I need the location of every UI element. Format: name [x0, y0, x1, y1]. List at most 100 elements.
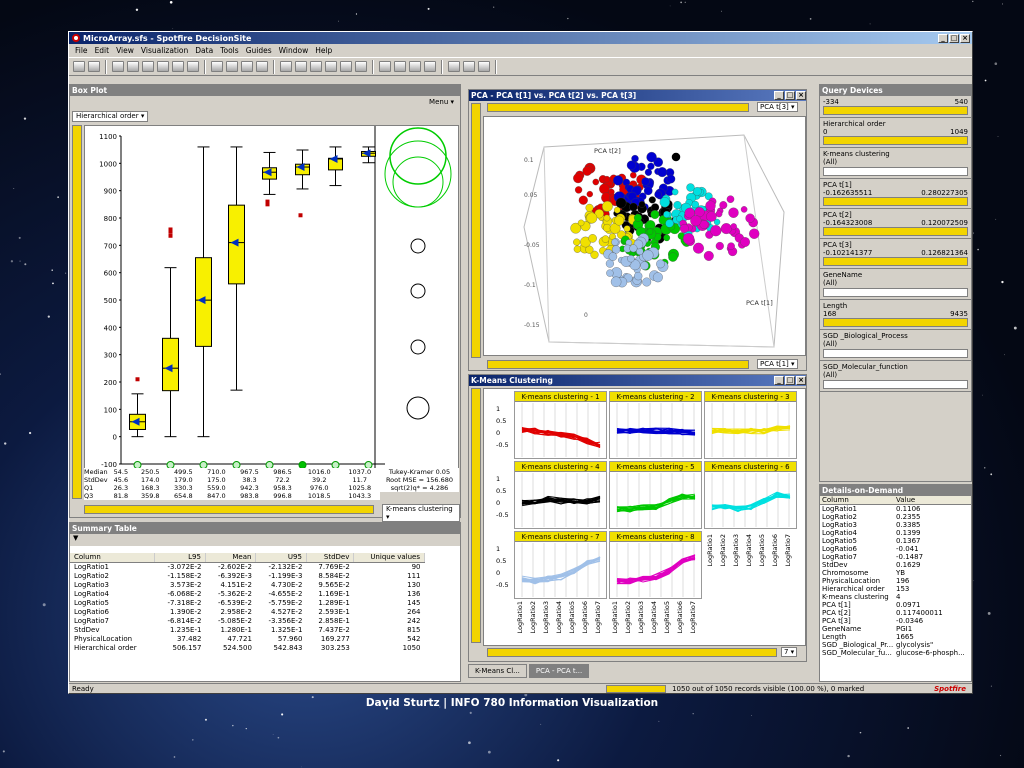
- maximize-button[interactable]: □: [949, 33, 959, 43]
- pca-point[interactable]: [603, 214, 611, 222]
- pca-point[interactable]: [703, 250, 714, 261]
- toolbar-button[interactable]: [295, 61, 307, 72]
- pca-z-selector[interactable]: PCA t[3] ▾: [757, 102, 798, 112]
- toolbar-button[interactable]: [112, 61, 124, 72]
- box-plot-menu[interactable]: Menu ▾: [429, 98, 454, 106]
- menu-visualization[interactable]: Visualization: [141, 46, 188, 55]
- toolbar-button[interactable]: [310, 61, 322, 72]
- toolbar-button[interactable]: [409, 61, 421, 72]
- toolbar-button[interactable]: [172, 61, 184, 72]
- range-slider[interactable]: [823, 318, 968, 327]
- pca-point[interactable]: [643, 186, 653, 196]
- pca-point[interactable]: [586, 212, 598, 224]
- menu-window[interactable]: Window: [279, 46, 309, 55]
- toolbar-button[interactable]: [88, 61, 100, 72]
- toolbar-button[interactable]: [256, 61, 268, 72]
- pca-point[interactable]: [573, 238, 581, 246]
- pca-point[interactable]: [573, 245, 582, 253]
- range-slider[interactable]: [823, 227, 968, 236]
- pca-point[interactable]: [682, 233, 695, 245]
- pca-point[interactable]: [588, 234, 597, 243]
- pca-point[interactable]: [630, 171, 637, 179]
- pca-point[interactable]: [740, 237, 750, 247]
- pca-point[interactable]: [578, 195, 588, 205]
- summary-header[interactable]: Unique values: [353, 553, 425, 563]
- pca-point[interactable]: [601, 235, 610, 243]
- pca-top-slider[interactable]: [487, 103, 749, 112]
- close-button[interactable]: ×: [960, 33, 970, 43]
- toolbar-button[interactable]: [478, 61, 490, 72]
- table-row[interactable]: LogRatio1 -3.072E-2 -2.602E-2 -2.132E-2 7.76…: [70, 562, 425, 571]
- kmeans-cell[interactable]: K-means clustering - 8: [609, 531, 702, 599]
- pca-point[interactable]: [679, 224, 689, 233]
- range-slider[interactable]: [823, 136, 968, 145]
- pca-point[interactable]: [599, 183, 610, 195]
- pca-point[interactable]: [642, 249, 654, 261]
- pca-point[interactable]: [610, 276, 622, 288]
- pca-point[interactable]: [645, 220, 656, 230]
- pca-point[interactable]: [641, 177, 650, 186]
- pca-point[interactable]: [745, 213, 755, 223]
- pca-point[interactable]: [608, 252, 618, 261]
- menu-view[interactable]: View: [116, 46, 134, 55]
- toolbar-button[interactable]: [355, 61, 367, 72]
- pca-point[interactable]: [602, 200, 613, 212]
- toolbar-button[interactable]: [157, 61, 169, 72]
- table-row[interactable]: PhysicalLocation 37.482 47.721 57.960 169.27…: [70, 634, 425, 643]
- pca-point[interactable]: [644, 168, 652, 176]
- summary-header[interactable]: Mean: [205, 553, 257, 563]
- kmeans-cell[interactable]: K-means clustering - 6: [704, 461, 797, 529]
- pca-point[interactable]: [668, 252, 678, 262]
- pca-x-selector[interactable]: PCA t[1] ▾: [757, 359, 798, 369]
- pca-point[interactable]: [715, 241, 724, 251]
- pca-point[interactable]: [652, 272, 663, 283]
- toolbar-button[interactable]: [187, 61, 199, 72]
- kmeans-cell[interactable]: K-means clustering - 1: [514, 391, 607, 459]
- menu-guides[interactable]: Guides: [246, 46, 272, 55]
- pca-point[interactable]: [654, 190, 662, 199]
- range-slider[interactable]: [823, 257, 968, 266]
- table-row[interactable]: LogRatio3 3.573E-2 4.151E-2 4.730E-2 9.565E-…: [70, 580, 425, 589]
- toolbar-button[interactable]: [211, 61, 223, 72]
- pca-point[interactable]: [749, 228, 760, 239]
- pca-point[interactable]: [673, 201, 682, 210]
- query-list-box[interactable]: [823, 349, 968, 358]
- table-row[interactable]: LogRatio5 -7.318E-2 -6.539E-2 -5.759E-2 1.28…: [70, 598, 425, 607]
- kmeans-cell[interactable]: K-means clustering - 4: [514, 461, 607, 529]
- pca-point[interactable]: [603, 175, 611, 183]
- pca-point[interactable]: [638, 201, 646, 208]
- pca-point[interactable]: [640, 261, 649, 270]
- kmeans-cell[interactable]: K-means clustering - 5: [609, 461, 702, 529]
- kmeans-pager[interactable]: 7 ▾: [781, 647, 798, 657]
- pca-point[interactable]: [627, 255, 635, 263]
- pca-point[interactable]: [728, 207, 739, 218]
- summary-menu[interactable]: ▼: [70, 534, 460, 546]
- box-rect[interactable]: [162, 337, 179, 392]
- kmeans-bottom-slider[interactable]: [487, 648, 777, 657]
- pca-point[interactable]: [586, 190, 593, 198]
- pca-point[interactable]: [657, 167, 668, 178]
- pca-point[interactable]: [648, 196, 656, 204]
- order-dropdown[interactable]: Hierarchical order ▾: [72, 111, 149, 122]
- pca-point[interactable]: [705, 200, 716, 211]
- pca-point[interactable]: [611, 245, 621, 254]
- table-row[interactable]: StdDev 1.235E-1 1.280E-1 1.325E-1 7.437E-2 81…: [70, 625, 425, 634]
- kmeans-cell[interactable]: K-means clustering - 7: [514, 531, 607, 599]
- table-row[interactable]: Hierarchical order 506.157 524.500 542.843 3…: [70, 643, 425, 652]
- pca-point[interactable]: [656, 259, 665, 269]
- menu-edit[interactable]: Edit: [95, 46, 110, 55]
- pca-point[interactable]: [605, 259, 614, 268]
- table-row[interactable]: LogRatio6 1.390E-2 2.958E-2 4.527E-2 2.593E-…: [70, 607, 425, 616]
- toolbar-button[interactable]: [379, 61, 391, 72]
- toolbar-button[interactable]: [394, 61, 406, 72]
- table-row[interactable]: LogRatio2 -1.158E-2 -6.392E-3 -1.199E-3 8.58…: [70, 571, 425, 580]
- pca-marked-point[interactable]: [670, 151, 682, 163]
- toolbar-button[interactable]: [424, 61, 436, 72]
- toolbar-button[interactable]: [73, 61, 85, 72]
- color-by-dropdown[interactable]: K-means clustering ▾: [382, 504, 460, 522]
- minimize-button[interactable]: _: [938, 33, 948, 43]
- pca-point[interactable]: [720, 223, 732, 235]
- range-slider[interactable]: [823, 197, 968, 206]
- pca-point[interactable]: [727, 242, 735, 250]
- pca-point[interactable]: [611, 238, 619, 246]
